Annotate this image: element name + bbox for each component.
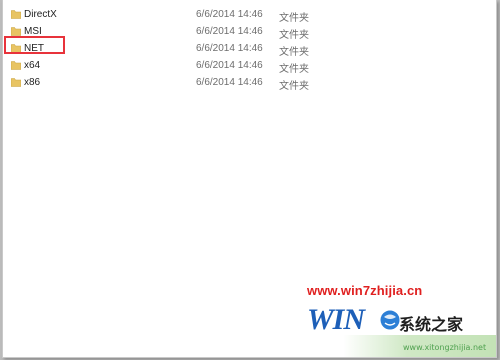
file-type: 文件夹 <box>279 81 309 92</box>
globe-icon <box>379 309 401 331</box>
file-date: 6/6/2014 14:46 <box>196 77 263 88</box>
file-row[interactable]: MSI 6/6/2014 14:46 文件夹 <box>3 23 496 41</box>
file-row[interactable]: NET 6/6/2014 14:46 文件夹 <box>3 40 496 58</box>
folder-icon <box>11 78 21 87</box>
watermark-sub-url: www.xitongzhijia.net <box>403 343 487 352</box>
file-type: 文件夹 <box>279 64 309 75</box>
folder-icon <box>11 27 21 36</box>
file-type: 文件夹 <box>279 47 309 58</box>
watermark-url: www.win7zhijia.cn <box>307 283 423 298</box>
folder-icon <box>11 10 21 19</box>
file-date: 6/6/2014 14:46 <box>196 26 263 37</box>
highlight-box <box>4 36 65 54</box>
file-row[interactable]: x86 6/6/2014 14:46 文件夹 <box>3 74 496 92</box>
file-name: x64 <box>24 60 41 71</box>
watermark-site-name: 系统之家 <box>399 315 464 334</box>
file-type: 文件夹 <box>279 30 309 41</box>
folder-icon <box>11 61 21 70</box>
watermark: www.win7zhijia.cn WIN 系统之家 www.xitongzhi… <box>303 283 496 357</box>
file-date: 6/6/2014 14:46 <box>196 9 263 20</box>
file-name: x86 <box>24 77 41 88</box>
file-date: 6/6/2014 14:46 <box>196 43 263 54</box>
file-date: 6/6/2014 14:46 <box>196 60 263 71</box>
file-type: 文件夹 <box>279 13 309 24</box>
file-row[interactable]: DirectX 6/6/2014 14:46 文件夹 <box>3 6 496 24</box>
watermark-logo-text: WIN <box>307 303 365 336</box>
file-explorer-list: DirectX 6/6/2014 14:46 文件夹 MSI 6/6/2014 … <box>2 0 497 358</box>
file-name: DirectX <box>24 9 57 20</box>
file-row[interactable]: x64 6/6/2014 14:46 文件夹 <box>3 57 496 75</box>
